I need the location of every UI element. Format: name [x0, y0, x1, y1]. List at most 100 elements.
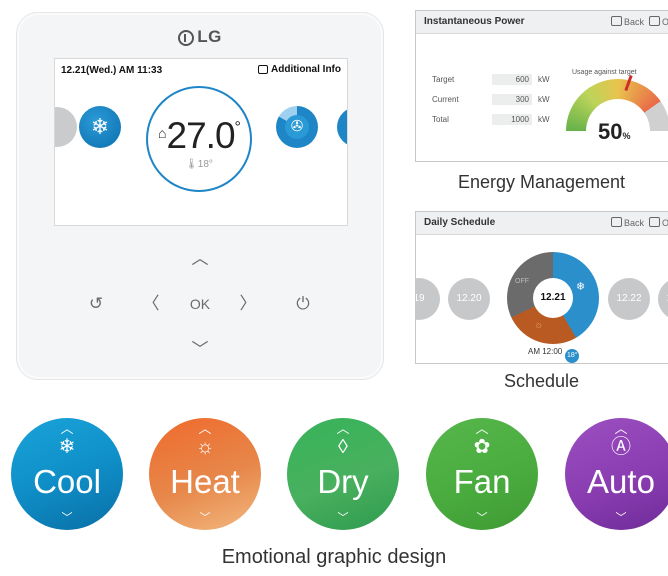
cool-mode-button[interactable]: ︿ ❄ Cool ﹀	[11, 418, 123, 530]
off-label: OFF	[515, 278, 529, 285]
ok-key[interactable]: OK	[185, 292, 215, 316]
panel-title: Daily Schedule	[424, 217, 496, 228]
heat-mode-button[interactable]: ︿ ☼ Heat ﹀	[149, 418, 261, 530]
dry-mode-button[interactable]: ︿ ◊ Dry ﹀	[287, 418, 399, 530]
snowflake-icon: ❄	[90, 114, 110, 139]
auto-a-icon: Ⓐ	[611, 436, 631, 458]
chevron-up-icon: ︿	[475, 421, 489, 436]
date-pill[interactable]: 12.20	[448, 278, 490, 320]
thermometer-icon: 🌡	[185, 159, 198, 170]
additional-info-label: Additional Info	[271, 64, 341, 75]
back-icon	[610, 16, 622, 26]
sun-icon: ☼	[534, 320, 544, 331]
energy-row-total: Total 1000 kW	[432, 114, 562, 127]
row-unit: kW	[538, 115, 550, 124]
energy-caption: Energy Management	[457, 172, 626, 192]
energy-management-panel: Instantaneous Power Back OK Target 600 kW…	[415, 10, 668, 162]
screen-datetime: 12.21(Wed.) AM 11:33	[61, 65, 163, 76]
ok-button[interactable]: OK	[662, 17, 668, 27]
energy-row-current: Current 300 kW	[432, 94, 562, 107]
row-label: Current	[432, 95, 459, 104]
date-pill[interactable]: 19	[416, 278, 440, 320]
back-button[interactable]: Back	[624, 17, 644, 27]
brand-text: LG	[197, 27, 222, 46]
panel-title: Instantaneous Power	[424, 16, 525, 27]
energy-row-target: Target 600 kW	[432, 74, 562, 87]
chevron-down-icon: ﹀	[199, 512, 211, 524]
time-label: AM 12:00	[528, 347, 563, 356]
schedule-time: AM 12:00 18°	[528, 347, 580, 363]
down-key[interactable]: ﹀	[188, 338, 212, 362]
ok-icon	[648, 16, 660, 26]
date-pill[interactable]: 12.22	[608, 278, 650, 320]
auto-mode-button[interactable]: ︿ Ⓐ Auto ﹀	[565, 418, 668, 530]
snowflake-icon: ❄	[576, 281, 586, 293]
chevron-up-icon: ︿	[60, 421, 74, 436]
row-value: 600	[492, 74, 532, 85]
up-key[interactable]: ︿	[188, 247, 212, 271]
fan-mode-button[interactable]: ︿ ✿ Fan ﹀	[426, 418, 538, 530]
snowflake-icon: ❄	[58, 436, 76, 458]
home-icon: ⌂	[158, 125, 167, 141]
schedule-caption: Schedule	[503, 371, 580, 391]
mode-label: Heat	[170, 463, 240, 500]
row-value: 300	[492, 94, 532, 105]
row-label: Target	[432, 75, 455, 84]
power-key[interactable]: ⏻	[291, 292, 315, 316]
additional-info-button[interactable]: Additional Info	[258, 64, 341, 75]
right-key[interactable]: 〉	[236, 292, 260, 316]
mode-label: Auto	[587, 463, 655, 500]
chevron-up-icon: ︿	[336, 421, 350, 436]
mode-label: Dry	[317, 463, 369, 500]
chevron-up-icon: ︿	[614, 421, 628, 436]
gauge-value: 50%	[598, 119, 631, 145]
sub-temperature: 🌡18°	[148, 159, 250, 170]
keypad: ︿ ↺ 〈 OK 〉 ⏻ ﹀	[17, 243, 383, 363]
back-icon	[610, 217, 622, 227]
schedule-panel: Daily Schedule Back OK 19 12.20 12.21 OFF…	[415, 211, 668, 364]
row-label: Total	[432, 115, 449, 124]
modes-caption: Emotional graphic design	[221, 546, 447, 568]
cool-mode-orb[interactable]: ❄	[79, 106, 121, 148]
left-key[interactable]: 〈	[139, 292, 163, 316]
mode-label: Fan	[453, 463, 511, 500]
fan-mode-orb[interactable]: ✇	[276, 106, 318, 148]
gauge-title: Usage against target	[572, 69, 637, 76]
chevron-down-icon: ﹀	[61, 512, 73, 524]
sun-icon: ☼	[195, 436, 215, 458]
lg-logo-icon	[178, 30, 195, 46]
chevron-down-icon: ﹀	[615, 512, 627, 524]
next-mode-orb[interactable]	[337, 107, 347, 147]
ok-button[interactable]: OK	[662, 218, 668, 228]
current-date: 12.21	[533, 278, 573, 318]
fan-icon: ✿	[473, 436, 491, 458]
row-unit: kW	[538, 95, 550, 104]
panel-buttons: Back OK	[606, 11, 668, 33]
gauge-number: 50	[598, 119, 623, 144]
panel-header: Instantaneous Power Back OK	[416, 11, 668, 34]
sub-temperature-value: 18°	[197, 159, 213, 170]
gauge-unit: %	[622, 131, 631, 141]
row-value: 1000	[492, 114, 532, 125]
lg-controller-device: LG 12.21(Wed.) AM 11:33 Additional Info …	[16, 12, 384, 380]
back-button[interactable]: Back	[624, 218, 644, 228]
date-pill[interactable]: 12.23	[658, 278, 668, 320]
chevron-down-icon: ﹀	[337, 512, 349, 524]
prev-mode-orb[interactable]	[55, 107, 77, 147]
row-unit: kW	[538, 75, 550, 84]
info-enter-icon	[258, 65, 268, 74]
ok-icon	[648, 217, 660, 227]
current-temperature: ⌂27.0°	[148, 115, 250, 157]
back-key[interactable]: ↺	[84, 292, 108, 316]
temperature-dial[interactable]: ⌂27.0° 🌡18°	[146, 86, 252, 192]
chevron-up-icon: ︿	[198, 421, 212, 436]
temp-badge: 18°	[565, 349, 580, 363]
panel-header: Daily Schedule Back OK	[416, 212, 668, 235]
panel-buttons: Back OK	[606, 212, 668, 234]
degree-symbol: °	[234, 119, 241, 136]
temperature-value: 27.0	[166, 115, 236, 156]
chevron-down-icon: ﹀	[476, 512, 488, 524]
droplet-icon: ◊	[338, 436, 348, 458]
lg-logo: LG	[17, 27, 383, 47]
mode-label: Cool	[33, 463, 101, 500]
